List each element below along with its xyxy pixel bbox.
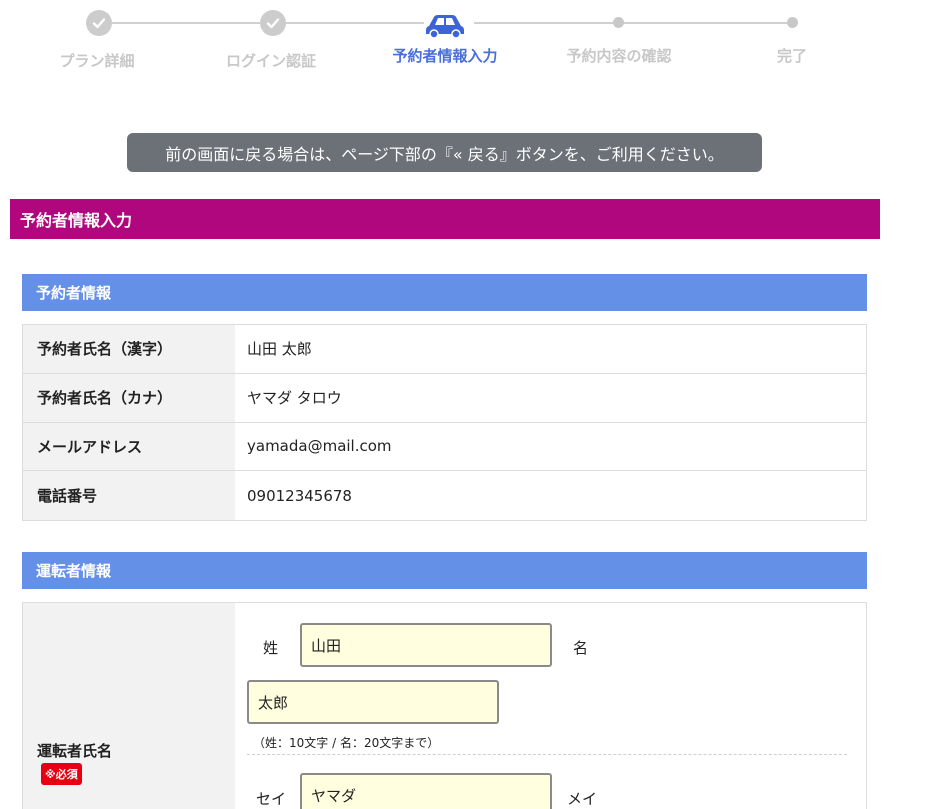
back-button-notice: 前の画面に戻る場合は、ページ下部の『« 戻る』ボタンを、ご利用ください。 [127,133,762,172]
step-connector [624,22,790,24]
step-connector [112,22,262,24]
driver-name-label-cell: 運転者氏名 ※必須 [23,603,235,809]
progress-stepper: プラン詳細 ログイン認証 予約者情報入力 予約内容の確認 完了 [0,0,929,80]
step-label-plan: プラン詳細 [59,52,135,70]
step-label-booker-info: 予約者情報入力 [392,47,498,65]
row-label: 電話番号 [23,471,235,520]
step-done-check-icon [260,10,286,36]
step-pending-dot [613,17,624,28]
last-kana-input[interactable] [300,773,552,809]
driver-name-label: 運転者氏名 [37,742,113,760]
step-label-confirm: 予約内容の確認 [566,47,672,65]
booker-phone-value: 09012345678 [247,486,352,505]
driver-info-form: 運転者氏名 ※必須 姓 名 （姓：10文字 / 名：20文字まで） セイ メイ [22,602,867,809]
booker-name-kanji-value: 山田 太郎 [247,340,312,359]
driver-info-heading: 運転者情報 [22,552,867,589]
step-label-login: ログイン認証 [225,52,317,70]
booker-info-table: 予約者氏名（漢字） 山田 太郎 予約者氏名（カナ） ヤマダ タロウ メールアドレ… [22,324,867,521]
table-row: 予約者氏名（カナ） ヤマダ タロウ [23,373,866,423]
row-label: メールアドレス [23,422,235,471]
step-connector [474,22,616,24]
step-label-complete: 完了 [776,47,808,65]
last-name-input[interactable] [300,623,552,667]
booker-info-heading: 予約者情報 [22,274,867,311]
first-name-label: 名 [573,639,589,657]
row-label: 予約者氏名（漢字） [23,325,235,373]
step-connector [286,22,424,24]
step-done-check-icon [86,10,112,36]
row-label: 予約者氏名（カナ） [23,373,235,422]
table-row: 電話番号 09012345678 [23,471,866,520]
divider [247,754,847,755]
name-length-hint: （姓：10文字 / 名：20文字まで） [253,736,440,750]
booker-email-value: yamada@mail.com [247,437,392,456]
required-badge: ※必須 [41,763,82,785]
table-row: 予約者氏名（漢字） 山田 太郎 [23,325,866,374]
booker-name-kana-value: ヤマダ タロウ [247,389,342,408]
car-icon [426,15,464,39]
first-kana-label: メイ [567,790,598,808]
table-row: メールアドレス yamada@mail.com [23,422,866,472]
last-kana-label: セイ [256,790,287,808]
step-pending-dot [787,17,798,28]
section-title: 予約者情報入力 [10,199,880,239]
last-name-label: 姓 [263,639,279,657]
first-name-input[interactable] [247,680,499,724]
